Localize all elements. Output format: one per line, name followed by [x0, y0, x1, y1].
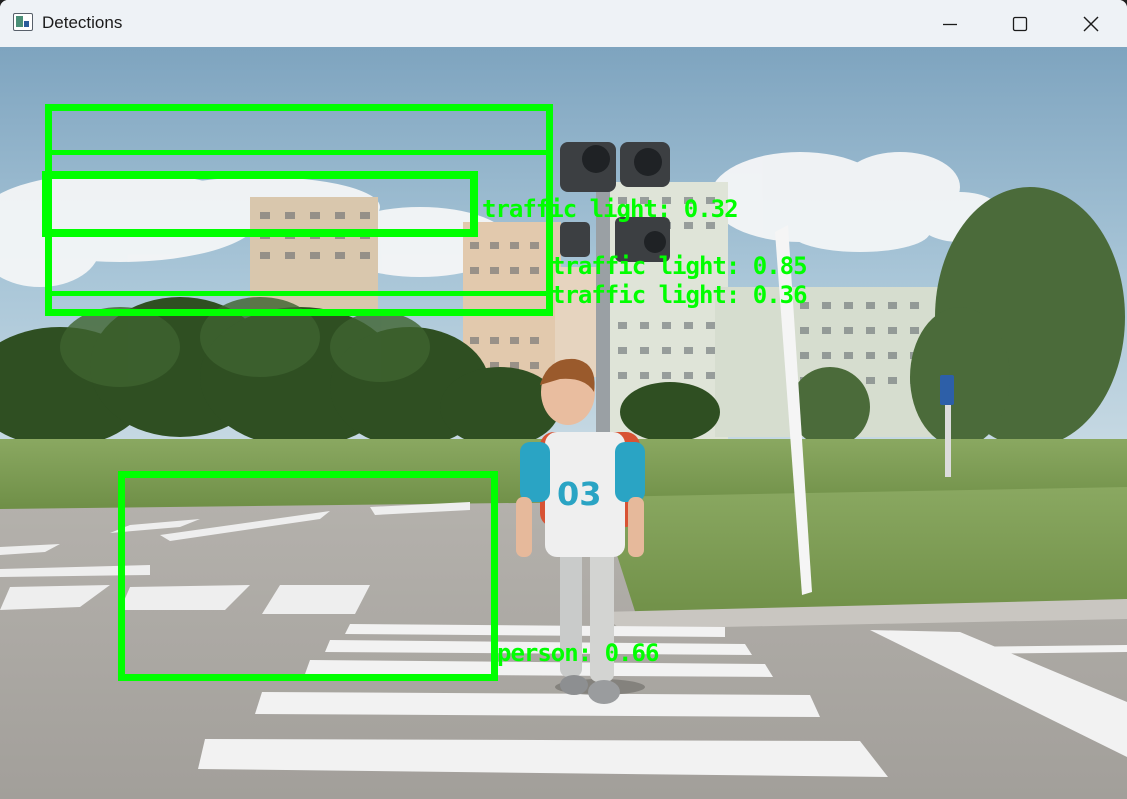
image-viewer-icon [13, 13, 33, 31]
image-canvas: 03 traffic light: 0.32 traffic light: 0.8… [0, 47, 1127, 799]
detection-label: traffic light: 0.85 [551, 252, 808, 280]
detection-box-traffic-light [45, 150, 553, 296]
minimize-icon [943, 23, 957, 25]
app-window: Detections 03 traffic light: 0.32 traffi… [0, 0, 1127, 799]
maximize-button[interactable] [985, 0, 1055, 47]
detection-box-person [118, 471, 498, 681]
window-title: Detections [42, 13, 123, 32]
maximize-icon [1012, 16, 1028, 31]
close-button[interactable] [1056, 0, 1126, 47]
title-bar[interactable]: Detections [0, 0, 1127, 47]
minimize-button[interactable] [915, 0, 985, 47]
detection-label: person: 0.66 [497, 639, 659, 667]
close-icon [1083, 16, 1099, 31]
svg-text:03: 03 [557, 475, 602, 513]
detection-label: traffic light: 0.36 [551, 281, 808, 309]
